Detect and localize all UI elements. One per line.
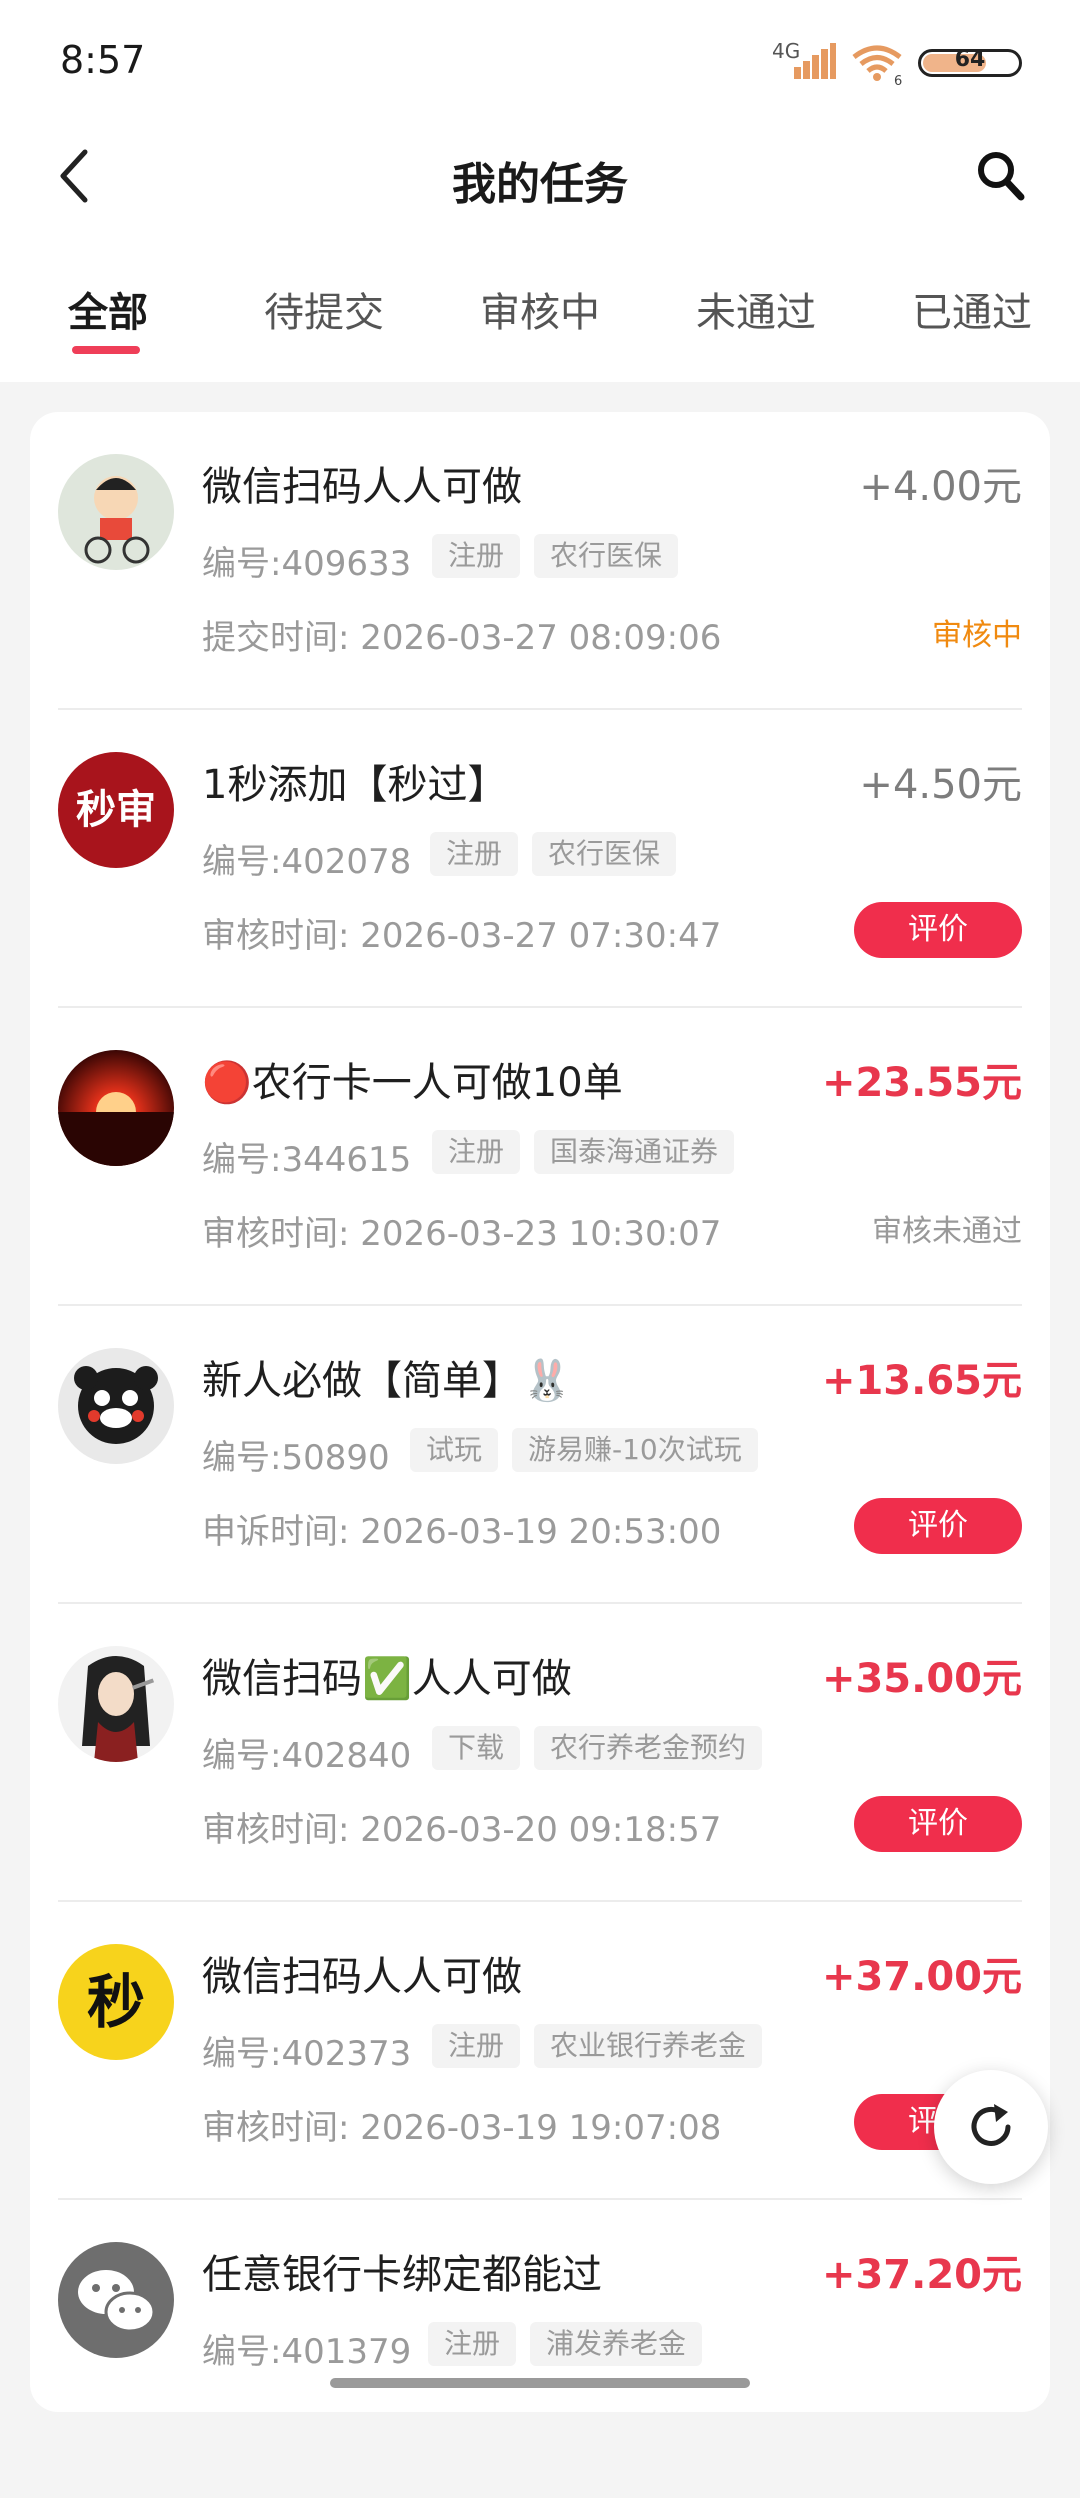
task-reward: +13.65元 — [821, 1358, 1022, 1404]
task-tags: 试玩 游易赚-10次试玩 — [410, 1428, 758, 1472]
cellular-signal-icon: 4G — [772, 39, 836, 85]
task-code: 编号:402078 — [202, 842, 412, 882]
task-tags: 注册 农行医保 — [430, 832, 677, 876]
task-tag: 注册 — [430, 832, 519, 876]
task-title: 新人必做【简单】🐰 — [202, 1358, 572, 1404]
task-tags: 注册 国泰海通证券 — [432, 1130, 735, 1174]
task-tag: 国泰海通证券 — [534, 1130, 735, 1174]
task-tag: 游易赚-10次试玩 — [512, 1428, 758, 1472]
task-tags: 注册 浦发养老金 — [428, 2322, 703, 2366]
task-reward: +35.00元 — [821, 1656, 1022, 1702]
task-status: 审核中 — [932, 618, 1022, 653]
task-time: 审核时间: 2026-03-27 07:30:47 — [202, 916, 722, 956]
tab-under-review[interactable]: 审核中 — [470, 280, 610, 338]
task-tag: 下载 — [432, 1726, 521, 1770]
task-tag: 浦发养老金 — [530, 2322, 703, 2366]
task-reward: +4.50元 — [859, 762, 1022, 808]
refresh-button[interactable] — [934, 2070, 1048, 2184]
task-tag: 农行医保 — [534, 534, 679, 578]
task-code: 编号:401379 — [202, 2332, 412, 2372]
wifi-icon: 6 — [852, 45, 902, 85]
task-reward: +4.00元 — [859, 464, 1022, 510]
battery-icon: 64 — [918, 47, 1022, 77]
task-time: 审核时间: 2026-03-20 09:18:57 — [202, 1810, 722, 1850]
task-title: 微信扫码人人可做 — [202, 464, 522, 510]
refresh-icon — [971, 2104, 1011, 2146]
task-tags: 注册 农行医保 — [432, 534, 679, 578]
task-code: 编号:402840 — [202, 1736, 412, 1776]
avatar-text: 秒审 — [76, 787, 156, 833]
task-avatar — [58, 454, 174, 570]
task-code: 编号:409633 — [202, 544, 412, 584]
sunset-avatar-icon — [58, 1050, 174, 1166]
task-item[interactable]: 秒 微信扫码人人可做 +37.00元 编号:402373 注册 农业银行养老金 … — [30, 1902, 1050, 2200]
review-button[interactable]: 评价 — [854, 902, 1022, 958]
task-item[interactable]: 任意银行卡绑定都能过 +37.20元 编号:401379 注册 浦发养老金 — [30, 2200, 1050, 2498]
task-code: 编号:50890 — [202, 1438, 390, 1478]
status-time: 8:57 — [60, 38, 146, 82]
task-time: 提交时间: 2026-03-27 08:09:06 — [202, 618, 722, 658]
task-item[interactable]: 🔴农行卡一人可做10单 +23.55元 编号:344615 注册 国泰海通证券 … — [30, 1008, 1050, 1306]
task-list: 微信扫码人人可做 +4.00元 编号:409633 注册 农行医保 提交时间: … — [30, 412, 1050, 2412]
task-time: 审核时间: 2026-03-23 10:30:07 — [202, 1214, 722, 1254]
network-type: 4G — [772, 39, 801, 63]
wechat-icon — [78, 2270, 156, 2333]
tab-rejected[interactable]: 未通过 — [686, 280, 826, 338]
active-tab-indicator — [72, 346, 140, 354]
battery-level: 64 — [954, 47, 986, 72]
avatar-text: 秒 — [86, 1968, 145, 2036]
bear-avatar-icon — [58, 1348, 174, 1464]
task-time: 申诉时间: 2026-03-19 20:53:00 — [202, 1512, 722, 1552]
status-icons: 4G 6 64 — [772, 38, 1022, 88]
task-tag: 注册 — [432, 1130, 521, 1174]
task-time: 审核时间: 2026-03-19 19:07:08 — [202, 2108, 722, 2148]
task-title: 1秒添加【秒过】 — [202, 762, 508, 808]
review-button[interactable]: 评价 — [854, 1498, 1022, 1554]
tab-all[interactable]: 全部 — [38, 280, 178, 338]
tab-pending-submit[interactable]: 待提交 — [254, 280, 394, 338]
status-tabs: 全部 待提交 审核中 未通过 已通过 — [0, 280, 1080, 360]
task-tag: 农行养老金预约 — [534, 1726, 763, 1770]
tab-approved[interactable]: 已通过 — [902, 280, 1042, 338]
task-avatar — [58, 1050, 174, 1166]
task-avatar: 秒审 — [58, 752, 174, 868]
wifi-badge: 6 — [894, 74, 902, 85]
task-reward: +37.00元 — [821, 1954, 1022, 2000]
task-tag: 注册 — [432, 2024, 521, 2068]
task-status: 审核未通过 — [872, 1214, 1022, 1249]
home-indicator — [330, 2378, 750, 2388]
task-reward: +23.55元 — [821, 1060, 1022, 1106]
anime-avatar-icon — [58, 1646, 174, 1762]
task-tag: 注册 — [432, 534, 521, 578]
task-title: 微信扫码人人可做 — [202, 1954, 522, 2000]
search-button[interactable] — [972, 146, 1028, 206]
task-reward: +37.20元 — [821, 2252, 1022, 2298]
cartoon-avatar-icon — [58, 454, 174, 570]
task-tags: 注册 农业银行养老金 — [432, 2024, 763, 2068]
task-title: 任意银行卡绑定都能过 — [202, 2252, 602, 2298]
task-avatar — [58, 1646, 174, 1762]
task-title: 🔴农行卡一人可做10单 — [202, 1060, 623, 1106]
task-avatar — [58, 2242, 174, 2358]
task-item[interactable]: 微信扫码✅人人可做 +35.00元 编号:402840 下载 农行养老金预约 审… — [30, 1604, 1050, 1902]
task-item[interactable]: 微信扫码人人可做 +4.00元 编号:409633 注册 农行医保 提交时间: … — [30, 412, 1050, 710]
task-code: 编号:402373 — [202, 2034, 412, 2074]
task-avatar — [58, 1348, 174, 1464]
task-tag: 农行医保 — [532, 832, 677, 876]
task-tag: 试玩 — [410, 1428, 499, 1472]
page-title: 我的任务 — [452, 159, 628, 210]
review-button[interactable]: 评价 — [854, 1796, 1022, 1852]
task-tags: 下载 农行养老金预约 — [432, 1726, 763, 1770]
task-tag: 注册 — [428, 2322, 517, 2366]
task-avatar: 秒 — [58, 1944, 174, 2060]
task-tag: 农业银行养老金 — [534, 2024, 763, 2068]
task-item[interactable]: 秒审 1秒添加【秒过】 +4.50元 编号:402078 注册 农行医保 审核时… — [30, 710, 1050, 1008]
task-code: 编号:344615 — [202, 1140, 412, 1180]
task-item[interactable]: 新人必做【简单】🐰 +13.65元 编号:50890 试玩 游易赚-10次试玩 … — [30, 1306, 1050, 1604]
search-icon — [978, 152, 1025, 201]
task-title: 微信扫码✅人人可做 — [202, 1656, 572, 1702]
